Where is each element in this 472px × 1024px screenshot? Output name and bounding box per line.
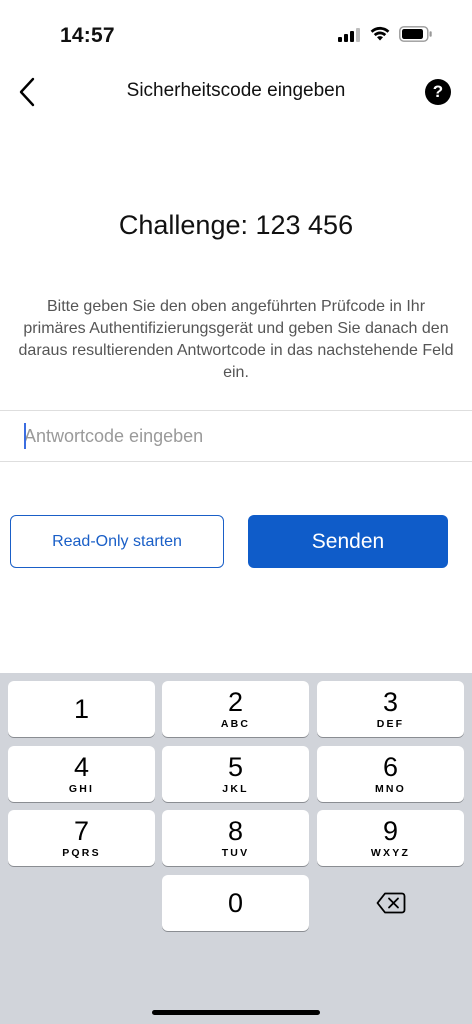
key-letters: MNO — [374, 782, 407, 795]
status-time: 14:57 — [60, 24, 115, 47]
read-only-start-button[interactable]: Read-Only starten — [10, 515, 224, 568]
response-input-row — [0, 410, 472, 462]
home-indicator — [152, 1010, 320, 1015]
send-button[interactable]: Senden — [248, 515, 448, 568]
key-digit: 9 — [382, 815, 399, 846]
key-2[interactable]: 2 ABC — [162, 681, 309, 737]
backspace-icon — [376, 892, 405, 914]
challenge-code: Challenge: 123 456 — [118, 210, 354, 240]
wifi-icon — [370, 26, 390, 41]
key-digit: 2 — [227, 686, 244, 717]
key-4[interactable]: 4 GHI — [8, 746, 155, 802]
key-digit: 6 — [382, 751, 399, 782]
key-letters: ABC — [220, 717, 251, 730]
key-digit: 7 — [73, 815, 90, 846]
key-9[interactable]: 9 WXYZ — [317, 810, 464, 866]
key-digit: 8 — [227, 815, 244, 846]
key-digit: 3 — [382, 686, 399, 717]
key-5[interactable]: 5 JKL — [162, 746, 309, 802]
key-digit: 0 — [227, 887, 244, 918]
navigation-bar: Sicherheitscode eingeben ? — [0, 64, 472, 120]
key-digit: 5 — [227, 751, 244, 782]
cellular-signal-icon — [338, 28, 360, 42]
battery-icon — [399, 26, 432, 42]
delete-key[interactable] — [317, 875, 464, 931]
text-cursor — [24, 423, 26, 449]
key-digit: 1 — [73, 693, 90, 724]
key-3[interactable]: 3 DEF — [317, 681, 464, 737]
status-bar: 14:57 — [0, 0, 472, 60]
response-code-input[interactable] — [24, 411, 454, 461]
key-letters: TUV — [221, 846, 250, 859]
key-1[interactable]: 1 — [8, 681, 155, 737]
key-letters: WXYZ — [370, 846, 411, 859]
key-0[interactable]: 0 — [162, 875, 309, 931]
help-button[interactable]: ? — [425, 79, 451, 105]
key-letters: GHI — [68, 782, 95, 795]
key-7[interactable]: 7 PQRS — [8, 810, 155, 866]
key-6[interactable]: 6 MNO — [317, 746, 464, 802]
key-8[interactable]: 8 TUV — [162, 810, 309, 866]
key-digit: 4 — [73, 751, 90, 782]
key-letters: PQRS — [62, 846, 101, 859]
instructions-text: Bitte geben Sie den oben angeführten Prü… — [18, 298, 454, 381]
key-letters: DEF — [376, 717, 405, 730]
page-title: Sicherheitscode eingeben — [126, 80, 346, 101]
key-letters: JKL — [222, 782, 249, 795]
